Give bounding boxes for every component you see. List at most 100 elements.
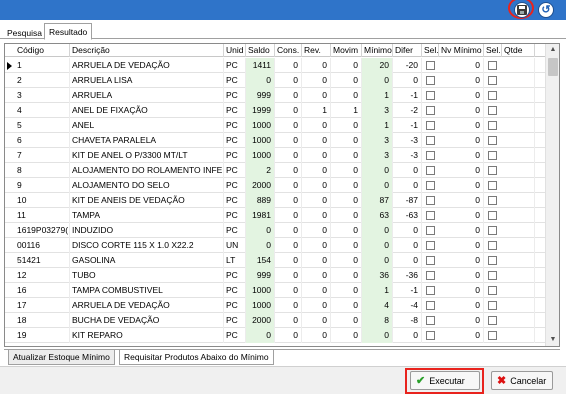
select-nv-checkbox[interactable]	[488, 196, 497, 205]
table-row[interactable]: 10 KIT DE ANEIS DE VEDAÇÃO PC 889 0 0 0 87 -87 0	[5, 193, 545, 208]
cell-qtde[interactable]	[502, 238, 535, 253]
cell-qtde[interactable]	[502, 118, 535, 133]
table-row[interactable]: 18 BUCHA DE VEDAÇÃO PC 2000 0 0 0 8 -8 0	[5, 313, 545, 328]
select-checkbox[interactable]	[426, 121, 435, 130]
column-header-qtde[interactable]: Qtde	[502, 44, 535, 57]
cell-qtde[interactable]	[502, 313, 535, 328]
cell-qtde[interactable]	[502, 268, 535, 283]
cell-qtde[interactable]	[502, 133, 535, 148]
column-header-rev[interactable]: Rev.	[302, 44, 331, 57]
table-row[interactable]: 6 CHAVETA PARALELA PC 1000 0 0 0 3 -3 0	[5, 133, 545, 148]
select-checkbox[interactable]	[426, 286, 435, 295]
select-nv-checkbox[interactable]	[488, 211, 497, 220]
select-nv-checkbox[interactable]	[488, 136, 497, 145]
cell-qtde[interactable]	[502, 223, 535, 238]
select-checkbox[interactable]	[426, 136, 435, 145]
table-row[interactable]: 1 ARRUELA DE VEDAÇÃO PC 1411 0 0 0 20 -20 0	[5, 58, 545, 73]
column-header-descricao[interactable]: Descrição	[70, 44, 224, 57]
select-checkbox[interactable]	[426, 91, 435, 100]
table-row[interactable]: 16 TAMPA COMBUSTIVEL PC 1000 0 0 0 1 -1 0	[5, 283, 545, 298]
table-row[interactable]: 12 TUBO PC 999 0 0 0 36 -36 0	[5, 268, 545, 283]
cell-qtde[interactable]	[502, 73, 535, 88]
table-row[interactable]: 51421 GASOLINA LT 154 0 0 0 0 0 0	[5, 253, 545, 268]
cell-qtde[interactable]	[502, 328, 535, 343]
select-nv-checkbox[interactable]	[488, 76, 497, 85]
select-checkbox[interactable]	[426, 256, 435, 265]
select-checkbox[interactable]	[426, 241, 435, 250]
select-checkbox[interactable]	[426, 301, 435, 310]
back-button[interactable]: ↺	[538, 2, 554, 18]
select-checkbox[interactable]	[426, 181, 435, 190]
table-row[interactable]: 8 ALOJAMENTO DO ROLAMENTO INFER PC 2 0 0 0 0 0 0	[5, 163, 545, 178]
select-nv-checkbox[interactable]	[488, 286, 497, 295]
select-nv-checkbox[interactable]	[488, 331, 497, 340]
select-nv-checkbox[interactable]	[488, 166, 497, 175]
tab-atualizar-estoque[interactable]: Atualizar Estoque Mínimo	[8, 350, 115, 365]
cell-qtde[interactable]	[502, 148, 535, 163]
save-button[interactable]	[514, 2, 530, 18]
cell-qtde[interactable]	[502, 88, 535, 103]
column-header-unid[interactable]: Unid	[224, 44, 246, 57]
select-nv-checkbox[interactable]	[488, 181, 497, 190]
column-header-sel[interactable]: Sel.	[422, 44, 439, 57]
scroll-thumb[interactable]	[548, 58, 558, 76]
cell-qtde[interactable]	[502, 298, 535, 313]
select-nv-checkbox[interactable]	[488, 121, 497, 130]
vertical-scrollbar[interactable]: ▲ ▼	[545, 44, 559, 346]
scroll-up-icon[interactable]: ▲	[546, 44, 559, 56]
select-nv-checkbox[interactable]	[488, 256, 497, 265]
select-nv-checkbox[interactable]	[488, 61, 497, 70]
select-checkbox[interactable]	[426, 226, 435, 235]
select-checkbox[interactable]	[426, 106, 435, 115]
select-checkbox[interactable]	[426, 61, 435, 70]
select-checkbox[interactable]	[426, 331, 435, 340]
tab-resultado[interactable]: Resultado	[44, 23, 93, 40]
select-checkbox[interactable]	[426, 316, 435, 325]
column-header-nv-minimo[interactable]: Nv Mínimo	[439, 44, 484, 57]
select-nv-checkbox[interactable]	[488, 241, 497, 250]
cell-qtde[interactable]	[502, 208, 535, 223]
table-row[interactable]: 4 ANEL DE FIXAÇÃO PC 1999 0 1 1 3 -2 0	[5, 103, 545, 118]
select-nv-checkbox[interactable]	[488, 151, 497, 160]
select-nv-checkbox[interactable]	[488, 301, 497, 310]
cancel-button[interactable]: ✖ Cancelar	[491, 371, 553, 390]
table-row[interactable]: 1619P03279(INDUZIDO PC 0 0 0 0 0 0 0	[5, 223, 545, 238]
column-header-sel2[interactable]: Sel.	[484, 44, 502, 57]
select-checkbox[interactable]	[426, 166, 435, 175]
table-row[interactable]: 7 KIT DE ANEL O P/3300 MT/LT PC 1000 0 0 0 3 -3 0	[5, 148, 545, 163]
cell-qtde[interactable]	[502, 283, 535, 298]
select-checkbox[interactable]	[426, 211, 435, 220]
table-row[interactable]: 11 TAMPA PC 1981 0 0 0 63 -63 0	[5, 208, 545, 223]
select-nv-checkbox[interactable]	[488, 316, 497, 325]
cell-qtde[interactable]	[502, 58, 535, 73]
table-row[interactable]: 17 ARRUELA DE VEDAÇÃO PC 1000 0 0 0 4 -4 0	[5, 298, 545, 313]
select-checkbox[interactable]	[426, 76, 435, 85]
cell-qtde[interactable]	[502, 163, 535, 178]
cell-qtde[interactable]	[502, 193, 535, 208]
tab-requisitar-produtos[interactable]: Requisitar Produtos Abaixo do Mínimo	[119, 350, 274, 365]
column-header-codigo[interactable]: Código	[15, 44, 70, 57]
cell-qtde[interactable]	[502, 103, 535, 118]
column-header-cons[interactable]: Cons.	[275, 44, 302, 57]
table-row[interactable]: 2 ARRUELA LISA PC 0 0 0 0 0 0 0	[5, 73, 545, 88]
select-nv-checkbox[interactable]	[488, 271, 497, 280]
table-row[interactable]: 19 KIT REPARO PC 0 0 0 0 0 0 0	[5, 328, 545, 343]
table-row[interactable]: 00116 DISCO CORTE 115 X 1.0 X22.2 UN 0 0 0 0 0 0…	[5, 238, 545, 253]
select-checkbox[interactable]	[426, 196, 435, 205]
cell-qtde[interactable]	[502, 253, 535, 268]
table-row[interactable]: 9 ALOJAMENTO DO SELO PC 2000 0 0 0 0 0 0	[5, 178, 545, 193]
select-nv-checkbox[interactable]	[488, 91, 497, 100]
table-row[interactable]: 3 ARRUELA PC 999 0 0 0 1 -1 0	[5, 88, 545, 103]
select-checkbox[interactable]	[426, 271, 435, 280]
cell-qtde[interactable]	[502, 178, 535, 193]
column-header-movim[interactable]: Movim	[331, 44, 362, 57]
column-header-minimo[interactable]: Mínimo	[362, 44, 393, 57]
column-header-difer[interactable]: Difer	[393, 44, 422, 57]
select-nv-checkbox[interactable]	[488, 226, 497, 235]
tab-pesquisa[interactable]: Pesquisa	[2, 26, 47, 39]
column-header-saldo[interactable]: Saldo	[246, 44, 275, 57]
select-nv-checkbox[interactable]	[488, 106, 497, 115]
table-row[interactable]: 5 ANEL PC 1000 0 0 0 1 -1 0	[5, 118, 545, 133]
select-checkbox[interactable]	[426, 151, 435, 160]
scroll-down-icon[interactable]: ▼	[546, 334, 559, 346]
